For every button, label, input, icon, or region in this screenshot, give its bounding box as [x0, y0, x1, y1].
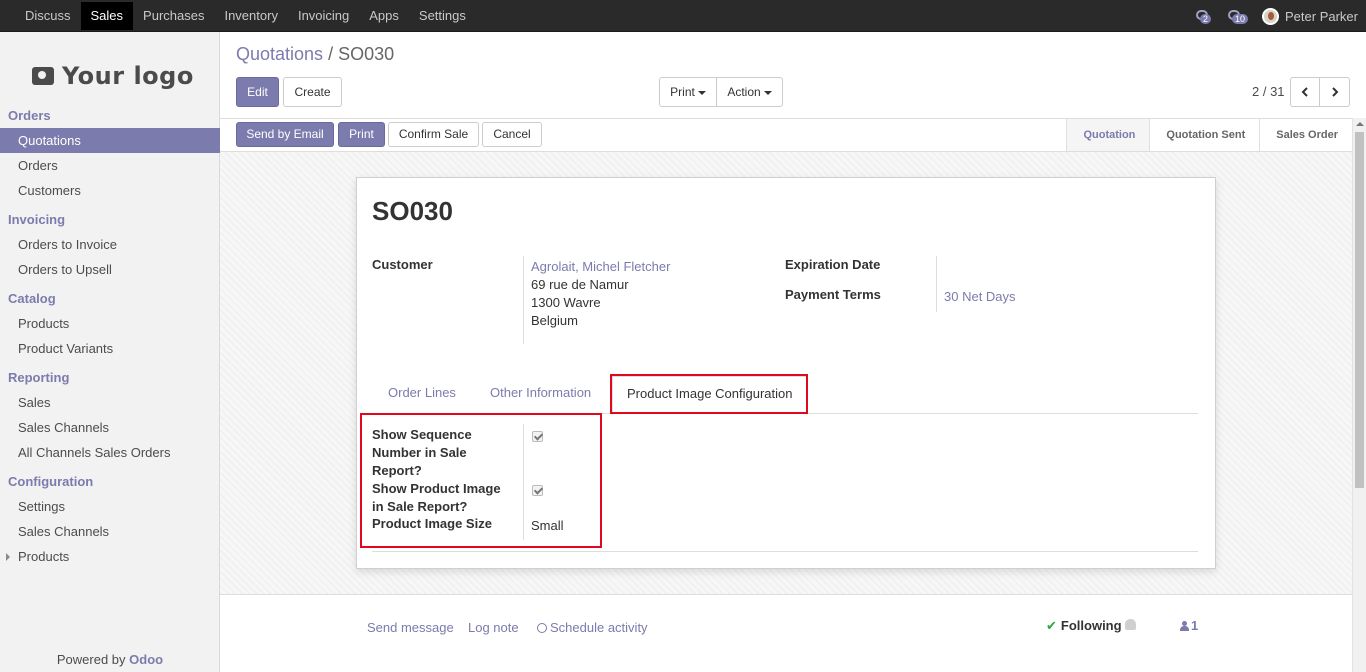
following-button[interactable]: ✔ Following: [1046, 618, 1122, 634]
stage-sales-order[interactable]: Sales Order: [1259, 119, 1352, 151]
stage-bar: Quotation Quotation Sent Sales Order: [1066, 119, 1352, 151]
section-title: Invoicing: [8, 212, 66, 227]
menu-invoicing[interactable]: Invoicing: [288, 0, 359, 32]
section-title: Configuration: [8, 474, 94, 489]
pager-next-button[interactable]: [1319, 77, 1350, 107]
nav-section-catalog: Catalog Products Product Variants: [0, 287, 220, 361]
chevron-left-icon: [1301, 87, 1308, 97]
menu-purchases[interactable]: Purchases: [133, 0, 214, 32]
scrollbar[interactable]: [1352, 118, 1366, 672]
nav-section-invoicing: Invoicing Orders to Invoice Orders to Up…: [0, 208, 220, 282]
sidebar-item-all-channels-sales-orders[interactable]: All Channels Sales Orders: [0, 440, 220, 465]
payment-terms-field[interactable]: 30 Net Days: [944, 289, 1016, 304]
menu-settings[interactable]: Settings: [409, 0, 476, 32]
camera-icon: [32, 67, 54, 85]
menu-inventory[interactable]: Inventory: [214, 0, 287, 32]
nav-section-reporting: Reporting Sales Sales Channels All Chann…: [0, 366, 220, 465]
followers-button[interactable]: 1: [1180, 618, 1198, 633]
caret-down-icon: [763, 90, 772, 95]
clock-icon: [537, 623, 547, 633]
customer-field[interactable]: Agrolait, Michel Fletcher: [531, 259, 670, 274]
nav-section-configuration: Configuration Settings Sales Channels Pr…: [0, 470, 220, 569]
show-product-image-checkbox[interactable]: [532, 485, 543, 496]
section-title: Catalog: [8, 291, 56, 306]
product-image-size-label: Product Image Size: [372, 516, 492, 531]
company-logo: Your logo: [22, 52, 198, 100]
expiration-date-label: Expiration Date: [785, 257, 881, 272]
address-street: 69 rue de Namur: [531, 277, 629, 292]
user-menu[interactable]: Peter Parker: [1285, 9, 1358, 24]
sidebar-item-orders-to-upsell[interactable]: Orders to Upsell: [0, 257, 220, 282]
customer-label: Customer: [372, 257, 433, 272]
print-button[interactable]: Print: [338, 122, 385, 147]
sidebar-item-customers[interactable]: Customers: [0, 178, 220, 203]
action-dropdown[interactable]: Action: [716, 77, 783, 107]
show-sequence-checkbox[interactable]: [532, 431, 543, 442]
menu-apps[interactable]: Apps: [359, 0, 409, 32]
pager-previous-button[interactable]: [1290, 77, 1320, 107]
print-dropdown[interactable]: Print: [659, 77, 717, 107]
address-city: 1300 Wavre: [531, 295, 601, 310]
top-navbar: Discuss Sales Purchases Inventory Invoic…: [0, 0, 1366, 32]
product-image-size-value[interactable]: Small: [531, 518, 564, 533]
sidebar-item-sales-channels[interactable]: Sales Channels: [0, 415, 220, 440]
chevron-right-icon: [1331, 87, 1338, 97]
section-title: Reporting: [8, 370, 70, 385]
nav-section-orders: Orders Quotations Orders Customers: [0, 104, 220, 203]
send-message-button[interactable]: Send message: [367, 620, 454, 635]
scrollbar-thumb[interactable]: [1355, 132, 1364, 488]
messages-badge: 10: [1232, 14, 1249, 24]
sidebar-item-orders[interactable]: Orders: [0, 153, 220, 178]
edit-button[interactable]: Edit: [236, 77, 279, 107]
sidebar-item-quotations[interactable]: Quotations: [0, 128, 220, 153]
menu-discuss[interactable]: Discuss: [15, 0, 81, 32]
sidebar: Your logo Orders Quotations Orders Custo…: [0, 32, 220, 672]
stage-quotation-sent[interactable]: Quotation Sent: [1149, 119, 1259, 151]
caret-down-icon: [697, 90, 706, 95]
breadcrumb-quotations[interactable]: Quotations: [236, 44, 323, 64]
show-product-image-label: Show Product Image in Sale Report?: [372, 481, 501, 514]
stage-quotation[interactable]: Quotation: [1066, 119, 1150, 151]
section-title: Orders: [8, 108, 51, 123]
sidebar-item-orders-to-invoice[interactable]: Orders to Invoice: [0, 232, 220, 257]
record-title: SO030: [372, 196, 453, 226]
sidebar-item-sales[interactable]: Sales: [0, 390, 220, 415]
tab-highlight-box: [610, 374, 808, 414]
schedule-activity-button[interactable]: Schedule activity: [537, 620, 648, 635]
scroll-up-icon[interactable]: [1356, 122, 1364, 126]
tab-order-lines[interactable]: Order Lines: [388, 376, 456, 414]
menu-sales[interactable]: Sales: [80, 1, 134, 30]
log-note-button[interactable]: Log note: [468, 620, 519, 635]
user-icon: [1180, 621, 1189, 631]
activity-icon[interactable]: 2: [1194, 6, 1220, 26]
confirm-sale-button[interactable]: Confirm Sale: [388, 122, 479, 147]
check-icon: ✔: [1046, 618, 1057, 633]
tab-other-information[interactable]: Other Information: [490, 376, 591, 414]
show-sequence-label: Show Sequence Number in Sale Report?: [372, 427, 472, 478]
pager-value[interactable]: 2 / 31: [1252, 84, 1285, 99]
create-button[interactable]: Create: [283, 77, 342, 107]
address-country: Belgium: [531, 313, 578, 328]
sidebar-item-config-sales-channels[interactable]: Sales Channels: [0, 519, 220, 544]
odoo-link[interactable]: Odoo: [129, 652, 163, 667]
breadcrumb-current: SO030: [338, 44, 395, 64]
messages-icon[interactable]: 10: [1226, 6, 1252, 26]
bell-icon[interactable]: [1125, 619, 1136, 630]
sidebar-item-product-variants[interactable]: Product Variants: [0, 336, 220, 361]
sidebar-item-config-products[interactable]: Products: [0, 544, 220, 569]
payment-terms-label: Payment Terms: [785, 287, 881, 302]
send-by-email-button[interactable]: Send by Email: [236, 122, 334, 147]
activity-badge: 2: [1200, 14, 1212, 24]
breadcrumb: Quotations / SO030: [236, 44, 395, 64]
app-menu: Discuss Sales Purchases Inventory Invoic…: [0, 0, 476, 32]
cancel-button[interactable]: Cancel: [482, 122, 542, 147]
user-avatar[interactable]: [1262, 7, 1280, 25]
sidebar-item-settings[interactable]: Settings: [0, 494, 220, 519]
powered-by: Powered by Odoo: [56, 652, 164, 667]
sidebar-item-products[interactable]: Products: [0, 311, 220, 336]
